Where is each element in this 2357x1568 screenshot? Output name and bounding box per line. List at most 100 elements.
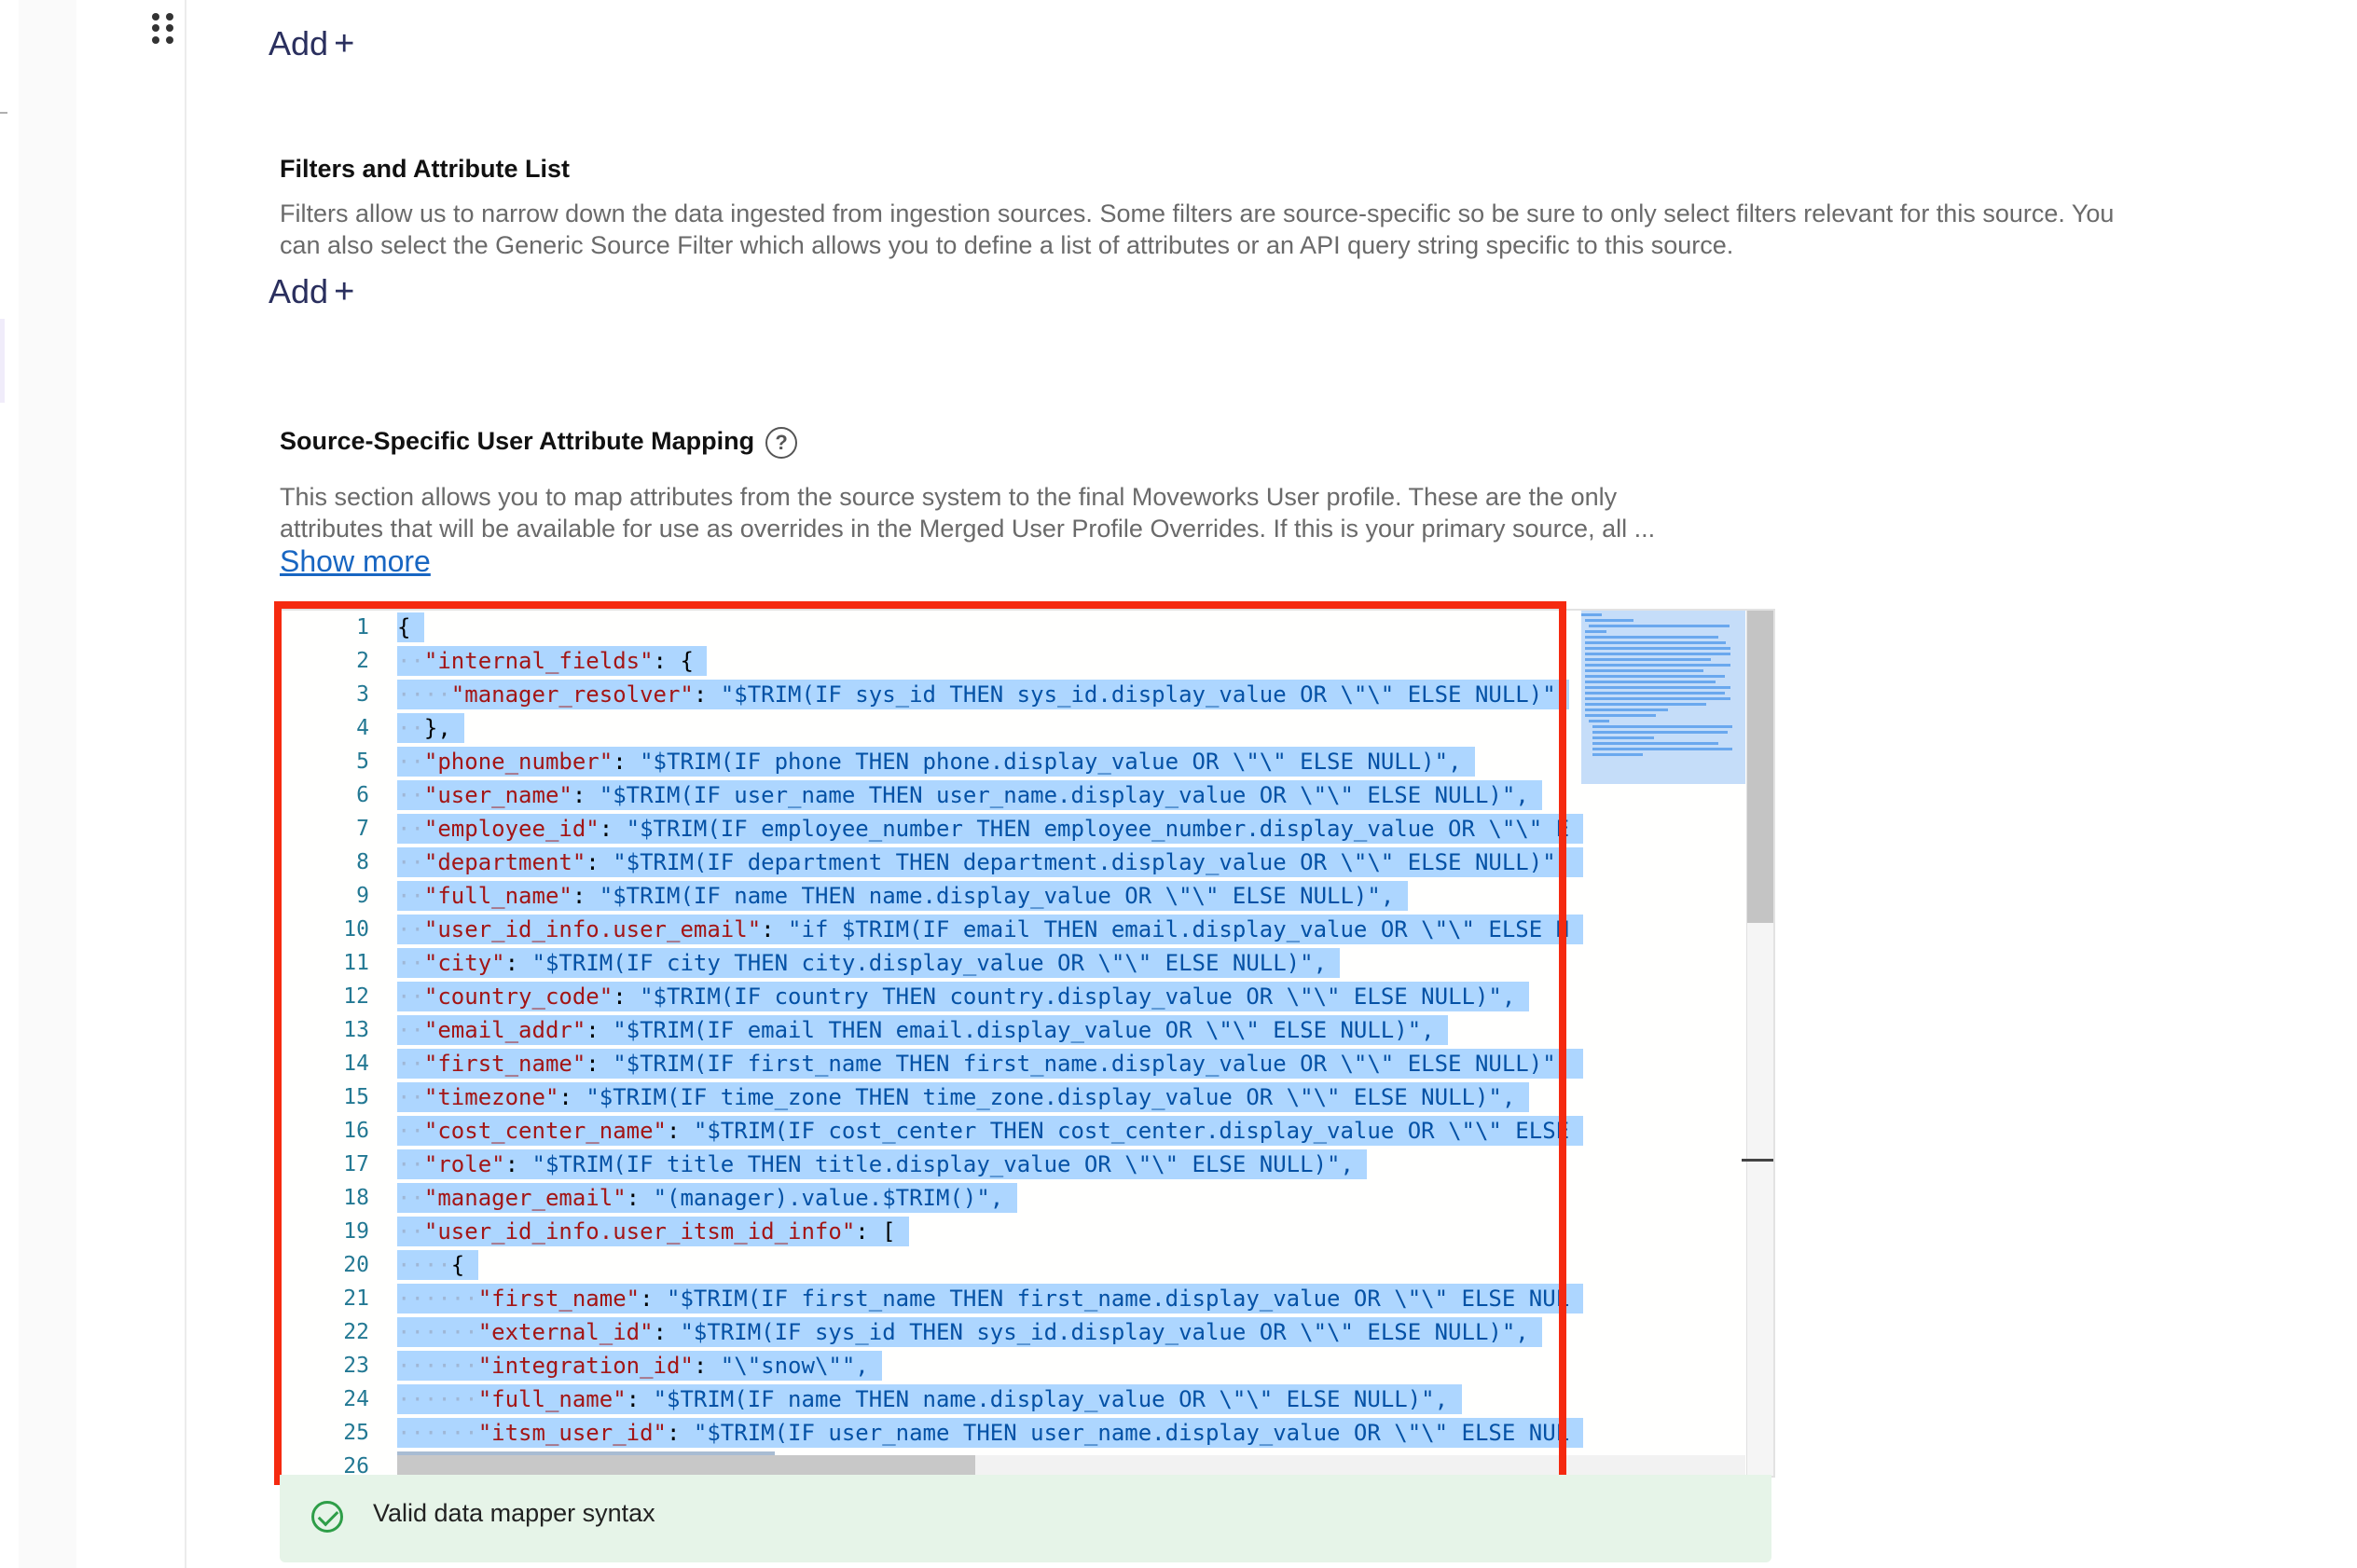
horizontal-scrollbar-thumb[interactable]	[397, 1455, 975, 1476]
validation-status-text: Valid data mapper syntax	[373, 1499, 655, 1527]
sidebar-active-indicator	[0, 319, 5, 403]
code-line: ··"city": "$TRIM(IF city THEN city.displ…	[397, 946, 1773, 980]
json-key: "user_name"	[423, 782, 572, 808]
minimap-line	[1585, 636, 1719, 639]
json-key: "full_name"	[477, 1386, 627, 1412]
json-value: "$TRIM(IF phone THEN phone.display_value…	[640, 749, 1462, 775]
json-value: "(manager).value.$TRIM()",	[653, 1185, 1004, 1211]
line-number: 13	[343, 1018, 369, 1042]
line-number: 23	[343, 1354, 369, 1378]
vertical-scrollbar-thumb[interactable]	[1747, 611, 1773, 923]
json-value: "$TRIM(IF title THEN title.display_value…	[531, 1151, 1354, 1177]
code-line: ··"cost_center_name": "$TRIM(IF cost_cen…	[397, 1114, 1773, 1148]
editor-minimap[interactable]	[1581, 611, 1745, 784]
json-key: "itsm_user_id"	[477, 1420, 667, 1446]
json-key: "full_name"	[423, 883, 572, 909]
drag-handle-icon[interactable]	[152, 13, 174, 45]
line-number: 16	[343, 1119, 369, 1143]
json-key: "phone_number"	[423, 749, 613, 775]
horizontal-scrollbar[interactable]	[397, 1455, 1745, 1476]
minimap-line	[1585, 664, 1730, 667]
json-value: "if $TRIM(IF email THEN email.display_va…	[788, 916, 1570, 942]
validation-status-bar: Valid data mapper syntax	[280, 1475, 1771, 1562]
line-number: 11	[343, 951, 369, 975]
vertical-scrollbar[interactable]	[1742, 611, 1773, 1476]
json-value: "\"snow\"",	[720, 1353, 869, 1379]
minimap-line	[1581, 613, 1602, 616]
mapping-description-line-1: This section allows you to map attribute…	[280, 483, 1618, 511]
json-key: "country_code"	[423, 983, 613, 1010]
json-value: "$TRIM(IF user_name THEN user_name.displ…	[693, 1420, 1570, 1446]
filters-description-line-1: Filters allow us to narrow down the data…	[280, 199, 2115, 227]
plus-icon: +	[334, 272, 355, 311]
line-number: 2	[356, 649, 369, 673]
json-value: "$TRIM(IF name THEN name.display_value O…	[653, 1386, 1449, 1412]
minimap-line	[1592, 725, 1732, 728]
code-line: ··"timezone": "$TRIM(IF time_zone THEN t…	[397, 1080, 1773, 1114]
minimap-line	[1589, 625, 1730, 627]
json-value: "$TRIM(IF user_name THEN user_name.displ…	[599, 782, 1529, 808]
line-number: 21	[343, 1286, 369, 1311]
code-line: ··"employee_id": "$TRIM(IF employee_numb…	[397, 812, 1773, 846]
minimap-line	[1585, 653, 1730, 655]
add-filter-button[interactable]: Add +	[269, 272, 354, 312]
minimap-line	[1585, 619, 1633, 622]
code-line: ······"external_id": "$TRIM(IF sys_id TH…	[397, 1315, 1773, 1349]
add-button-top[interactable]: Add +	[269, 24, 354, 64]
line-number: 20	[343, 1253, 369, 1277]
json-value: "$TRIM(IF department THEN department.dis…	[613, 849, 1570, 875]
json-key: "manager_resolver"	[450, 681, 694, 708]
minimap-line	[1592, 742, 1719, 745]
json-key: "role"	[423, 1151, 505, 1177]
minimap-line	[1585, 692, 1725, 695]
minimap-line	[1585, 703, 1707, 706]
json-value: "$TRIM(IF email THEN email.display_value…	[613, 1017, 1435, 1043]
json-key: "email_addr"	[423, 1017, 586, 1043]
minimap-line	[1592, 753, 1643, 756]
line-number: 15	[343, 1085, 369, 1109]
minimap-line	[1585, 669, 1704, 672]
code-line: ··"phone_number": "$TRIM(IF phone THEN p…	[397, 745, 1773, 778]
filters-description-line-2: can also select the Generic Source Filte…	[280, 231, 1734, 259]
minimap-line	[1585, 675, 1725, 678]
code-line: ··"first_name": "$TRIM(IF first_name THE…	[397, 1047, 1773, 1080]
mapping-description-line-2: attributes that will be available for us…	[280, 515, 1656, 543]
code-line: ····{	[397, 1248, 1773, 1282]
minimap-line	[1585, 630, 1607, 633]
minimap-line	[1585, 681, 1716, 683]
code-editor[interactable]: 1 2 3 4 5 6 7 8 9 10 11 12 13 14 15 16 17 18 19 20 21 22 23 24 2…	[280, 609, 1775, 1478]
minimap-line	[1585, 708, 1668, 711]
code-line: ······"full_name": "$TRIM(IF name THEN n…	[397, 1382, 1773, 1416]
json-key: "timezone"	[423, 1084, 559, 1110]
code-line: ··"internal_fields": {	[397, 644, 1773, 678]
line-number: 22	[343, 1320, 369, 1344]
minimap-line	[1585, 697, 1730, 700]
json-value: "$TRIM(IF city THEN city.display_value O…	[531, 950, 1328, 976]
minimap-line	[1592, 731, 1728, 734]
left-sidebar	[0, 0, 21, 1568]
code-line: ··"user_id_info.user_email": "if $TRIM(I…	[397, 913, 1773, 946]
json-value: "$TRIM(IF name THEN name.display_value O…	[599, 883, 1395, 909]
line-number: 24	[343, 1387, 369, 1411]
json-value: "$TRIM(IF sys_id THEN sys_id.display_val…	[680, 1319, 1529, 1345]
json-key: "first_name"	[423, 1051, 586, 1077]
line-number: 5	[356, 750, 369, 774]
filters-section-title: Filters and Attribute List	[280, 155, 571, 183]
minimap-line	[1585, 641, 1727, 644]
json-value: "$TRIM(IF first_name THEN first_name.dis…	[667, 1286, 1570, 1312]
json-key: "user_id_info.user_email"	[423, 916, 762, 942]
code-line: ····"manager_resolver": "$TRIM(IF sys_id…	[397, 678, 1773, 711]
code-content[interactable]: { ··"internal_fields": { ····"manager_re…	[397, 611, 1773, 1476]
code-line: ······"itsm_user_id": "$TRIM(IF user_nam…	[397, 1416, 1773, 1450]
add-label: Add	[269, 272, 329, 310]
plus-icon: +	[334, 24, 355, 63]
json-key: "manager_email"	[423, 1185, 627, 1211]
show-more-link[interactable]: Show more	[280, 544, 431, 579]
code-line: ··"email_addr": "$TRIM(IF email THEN ema…	[397, 1013, 1773, 1047]
help-icon[interactable]: ?	[765, 427, 798, 459]
json-key: "employee_id"	[423, 816, 600, 842]
code-line: ······"integration_id": "\"snow\"",	[397, 1349, 1773, 1382]
minimap-line	[1592, 736, 1655, 739]
json-key: "department"	[423, 849, 586, 875]
json-value: "$TRIM(IF cost_center THEN cost_center.d…	[693, 1118, 1570, 1144]
